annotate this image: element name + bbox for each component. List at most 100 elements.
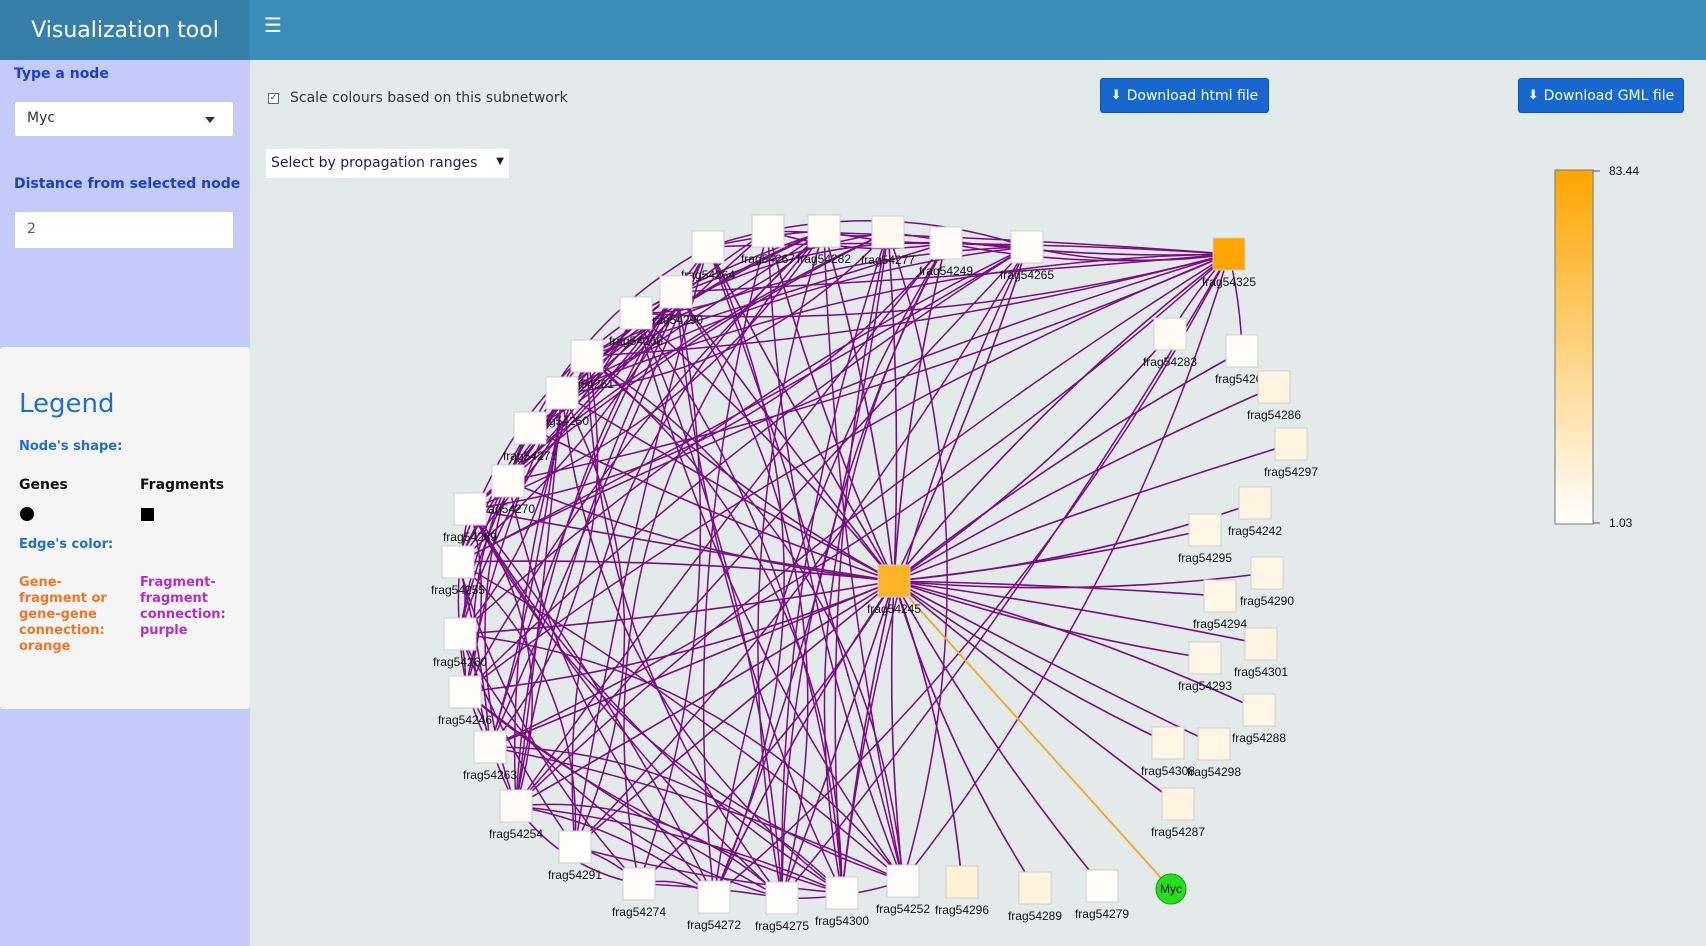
- fragment-node-square: [558, 830, 592, 864]
- fragment-node[interactable]: frag54325: [1202, 237, 1256, 289]
- node-label: frag54290: [1240, 594, 1294, 608]
- network-edge: [841, 580, 895, 894]
- fragment-node-square: [1203, 579, 1237, 613]
- fragment-node[interactable]: frag54290: [1240, 556, 1294, 608]
- node-label: frag54271: [503, 449, 557, 463]
- fragment-node[interactable]: frag54291: [548, 830, 602, 882]
- node-label: frag54255: [431, 583, 485, 597]
- network-graph[interactable]: frag54264 frag54267 frag54282 frag54277 frag…: [0, 0, 1706, 946]
- fragment-node-square: [886, 864, 920, 898]
- node-label: frag54286: [1247, 408, 1301, 422]
- fragment-node-square: [443, 617, 477, 651]
- fragment-node-square: [1151, 726, 1185, 760]
- fragment-node-square: [751, 214, 785, 248]
- fragment-node[interactable]: frag54242: [1228, 486, 1282, 538]
- node-label: frag54277: [861, 253, 915, 267]
- node-label: frag54288: [1232, 731, 1286, 745]
- gene-node[interactable]: Myc: [1155, 873, 1187, 905]
- color-scale-min-label: 1.03: [1609, 516, 1633, 530]
- fragment-node[interactable]: frag54287: [1151, 787, 1205, 839]
- node-label: Myc: [1160, 882, 1182, 896]
- fragment-node[interactable]: frag54270: [481, 464, 535, 516]
- color-scale-bar: [1554, 169, 1594, 525]
- network-edge: [887, 231, 898, 582]
- fragment-node[interactable]: frag54264: [681, 230, 735, 282]
- fragment-node[interactable]: frag54293: [1178, 641, 1232, 693]
- fragment-node[interactable]: frag54274: [612, 867, 666, 919]
- node-label: frag54291: [548, 868, 602, 882]
- node-label: frag54297: [1264, 465, 1318, 479]
- node-label: frag54252: [876, 902, 930, 916]
- fragment-node-square: [570, 339, 604, 373]
- fragment-node-square: [473, 730, 507, 764]
- node-label: frag54267: [741, 252, 795, 266]
- node-label: frag54282: [797, 252, 851, 266]
- fragment-node-square: [1212, 237, 1246, 271]
- network-edge: [561, 392, 843, 894]
- fragment-node-square: [453, 492, 487, 526]
- node-label: frag54249: [919, 264, 973, 278]
- node-label: frag54301: [1234, 665, 1288, 679]
- network-edge: [489, 580, 895, 748]
- fragment-node[interactable]: frag54254: [489, 789, 543, 841]
- network-edge: [893, 333, 1171, 582]
- fragment-node-square: [659, 275, 693, 309]
- fragment-node[interactable]: frag54279: [1075, 869, 1129, 921]
- fragment-node-square: [929, 226, 963, 260]
- fragment-node-square: [1197, 727, 1231, 761]
- fragment-node-square: [877, 564, 911, 598]
- fragment-node[interactable]: frag54246: [438, 675, 492, 727]
- fragment-node-square: [1188, 641, 1222, 675]
- fragment-node[interactable]: frag54295: [1178, 513, 1232, 565]
- network-edge: [893, 580, 1179, 805]
- fragment-node-square: [1244, 627, 1278, 661]
- node-label: frag54254: [489, 827, 543, 841]
- node-label: frag54298: [1187, 765, 1241, 779]
- fragment-node-square: [441, 545, 475, 579]
- node-label: frag54269: [443, 530, 497, 544]
- network-edge: [893, 529, 1206, 582]
- fragment-node-square: [825, 876, 859, 910]
- network-edge: [893, 580, 1036, 889]
- node-label: frag54270: [481, 502, 535, 516]
- fragment-node-square: [491, 464, 525, 498]
- fragment-node[interactable]: frag54289: [1008, 871, 1062, 923]
- fragment-node-square: [807, 214, 841, 248]
- fragment-node[interactable]: frag54272: [687, 880, 741, 932]
- color-scale-max-label: 83.44: [1609, 164, 1640, 178]
- fragment-node-square: [1188, 513, 1222, 547]
- color-scale: [1554, 169, 1600, 525]
- fragment-node-square: [619, 296, 653, 330]
- fragment-node-square: [1257, 370, 1291, 404]
- fragment-node[interactable]: frag54249: [919, 226, 973, 278]
- fragment-node-square: [622, 867, 656, 901]
- node-label: frag54274: [612, 905, 666, 919]
- node-label: frag54296: [935, 903, 989, 917]
- fragment-node[interactable]: frag54301: [1234, 627, 1288, 679]
- fragment-node-square: [765, 881, 799, 915]
- node-label: frag54289: [1008, 909, 1062, 923]
- fragment-node[interactable]: frag54267: [741, 214, 795, 266]
- fragment-node-square: [691, 230, 725, 264]
- node-label: frag54266: [609, 334, 663, 348]
- fragment-node-square: [499, 789, 533, 823]
- network-edge: [893, 580, 1103, 887]
- node-label: frag54294: [1193, 617, 1247, 631]
- fragment-node-square: [448, 675, 482, 709]
- fragment-node-square: [1238, 486, 1272, 520]
- fragment-node-square: [945, 865, 979, 899]
- fragment-node-square: [1161, 787, 1195, 821]
- fragment-node-square: [545, 376, 579, 410]
- fragment-node[interactable]: frag54297: [1264, 427, 1318, 479]
- fragment-node[interactable]: frag54296: [935, 865, 989, 917]
- node-label: frag54300: [815, 914, 869, 928]
- node-label: frag54287: [1151, 825, 1205, 839]
- node-label: frag54283: [1143, 355, 1197, 369]
- node-label: frag54293: [1178, 679, 1232, 693]
- network-edge: [893, 580, 963, 883]
- fragment-node-square: [1250, 556, 1284, 590]
- node-label: frag54272: [687, 918, 741, 932]
- fragment-node-square: [1085, 869, 1119, 903]
- node-label: frag54325: [1202, 275, 1256, 289]
- fragment-node-square: [1010, 230, 1044, 264]
